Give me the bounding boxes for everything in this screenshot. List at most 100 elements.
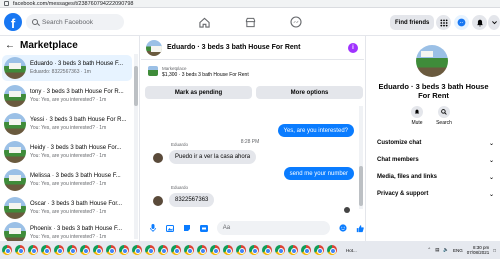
search-label: Search (436, 120, 452, 126)
chrome-taskbar-icon[interactable] (2, 245, 12, 255)
search-input[interactable]: Search Facebook (26, 14, 124, 30)
info-icon[interactable]: i (348, 43, 358, 53)
conversation-item[interactable]: Yessi · 3 beds 3 bath House For R... You:… (2, 111, 132, 137)
image-icon[interactable] (165, 224, 174, 232)
listing-thumbnail (4, 169, 26, 191)
chrome-taskbar-icon[interactable] (327, 245, 337, 255)
section-chat-members[interactable]: Chat members ⌄ (377, 155, 494, 165)
search-placeholder: Search Facebook (42, 18, 93, 26)
emoji-icon[interactable] (339, 224, 347, 232)
chrome-taskbar-icon[interactable] (119, 245, 129, 255)
avatar[interactable] (153, 196, 163, 206)
more-options-button[interactable]: More options (256, 86, 363, 99)
chevron-up-icon[interactable]: ⌃ (427, 247, 431, 253)
outgoing-message[interactable]: Yes, are you interested? (277, 124, 354, 137)
like-icon[interactable] (356, 224, 364, 232)
messenger-button-icon[interactable] (454, 15, 469, 30)
listing-value: $1,300 · 3 beds 3 bath House For Rent (162, 72, 249, 78)
sidebar-title: Marketplace (20, 40, 78, 51)
browser-address-bar[interactable]: facebook.com/messages/t/2387607942220907… (0, 0, 500, 8)
back-arrow-icon[interactable]: ← (5, 40, 15, 51)
chrome-taskbar-icon[interactable] (301, 245, 311, 255)
message-input[interactable]: Aa (216, 221, 330, 235)
sidebar-scrollbar[interactable] (134, 54, 138, 239)
messenger-icon[interactable] (289, 15, 303, 29)
weather-widget[interactable]: Hot... (346, 248, 357, 253)
incoming-message[interactable]: 8322567363 (169, 193, 215, 207)
chrome-taskbar-icon[interactable] (28, 245, 38, 255)
conversation-preview: You: Yes, are you interested? · 1m (30, 97, 107, 103)
chevron-down-icon: ⌄ (488, 191, 494, 198)
chrome-taskbar-icon[interactable] (236, 245, 246, 255)
mute-button[interactable]: Mute (402, 106, 432, 126)
network-icon[interactable]: ▤ (435, 247, 439, 253)
section-customize-chat[interactable]: Customize chat ⌄ (377, 138, 494, 148)
gif-icon[interactable] (199, 224, 208, 232)
chrome-taskbar-icon[interactable] (210, 245, 220, 255)
store-icon[interactable] (243, 15, 257, 29)
section-privacy-support[interactable]: Privacy & support ⌄ (377, 189, 494, 199)
chrome-taskbar-icon[interactable] (249, 245, 259, 255)
chrome-taskbar-icon[interactable] (145, 245, 155, 255)
windows-taskbar: Hot... ⌃ ▤ 🔈 ENG 8:30 pm 07/08/2021 □ (0, 241, 500, 259)
seen-avatar (344, 207, 350, 213)
conversation-item[interactable]: Oscar · 3 beds 3 bath House For... You: Y… (2, 195, 132, 221)
home-icon[interactable] (197, 15, 211, 29)
avatar[interactable] (153, 153, 163, 163)
search-icon (438, 106, 450, 118)
account-icon[interactable] (488, 15, 500, 30)
chat-avatar[interactable] (146, 39, 162, 56)
chrome-taskbar-icon[interactable] (262, 245, 272, 255)
bell-icon[interactable] (472, 15, 487, 30)
scrollbar-thumb[interactable] (359, 166, 363, 206)
chat-title[interactable]: Eduardo · 3 beds 3 bath House For Rent (167, 44, 300, 51)
chrome-taskbar-icon[interactable] (288, 245, 298, 255)
microphone-icon[interactable] (149, 224, 157, 232)
volume-icon[interactable]: 🔈 (443, 247, 449, 253)
chrome-taskbar-icon[interactable] (275, 245, 285, 255)
conversation-preview: You: Yes, are you interested? · 1m (30, 125, 107, 131)
menu-grid-icon[interactable] (436, 15, 451, 30)
incoming-message[interactable]: Puedo ir a ver la casa ahora (169, 150, 257, 164)
section-label: Chat members (377, 157, 419, 163)
facebook-logo[interactable]: f (4, 13, 22, 31)
outgoing-message[interactable]: send me your number (283, 167, 354, 180)
chrome-taskbar-icon[interactable] (223, 245, 233, 255)
message-composer: Aa (141, 217, 364, 239)
chrome-taskbar-icon[interactable] (171, 245, 181, 255)
language-indicator[interactable]: ENG (453, 248, 463, 253)
chrome-taskbar-icon[interactable] (314, 245, 324, 255)
find-friends-button[interactable]: Find friends (390, 15, 435, 30)
chrome-taskbar-icon[interactable] (184, 245, 194, 255)
conversation-name: Heidy · 3 beds 3 bath House For... (30, 145, 122, 151)
conversation-item[interactable]: tony · 3 beds 3 bath House For R... You: … (2, 83, 132, 109)
url-text[interactable]: facebook.com/messages/t/2387607942220907… (13, 1, 133, 7)
conversation-item[interactable]: Heidy · 3 beds 3 bath House For... You: Y… (2, 139, 132, 165)
chrome-taskbar-icon[interactable] (80, 245, 90, 255)
chrome-taskbar-icon[interactable] (158, 245, 168, 255)
search-conversation-button[interactable]: Search (429, 106, 459, 126)
system-tray: ⌃ ▤ 🔈 ENG 8:30 pm 07/08/2021 □ (427, 241, 496, 259)
chat-scrollbar[interactable] (359, 106, 363, 209)
chevron-down-icon: ⌄ (488, 157, 494, 164)
chrome-taskbar-icon[interactable] (93, 245, 103, 255)
mark-as-pending-button[interactable]: Mark as pending (145, 86, 252, 99)
sticker-icon[interactable] (183, 224, 191, 232)
chrome-taskbar-icon[interactable] (197, 245, 207, 255)
chrome-taskbar-icon[interactable] (54, 245, 64, 255)
notification-icon[interactable]: □ (493, 248, 496, 253)
clock[interactable]: 8:30 pm 07/08/2021 (467, 245, 490, 255)
chrome-taskbar-icon[interactable] (106, 245, 116, 255)
chrome-taskbar-icon[interactable] (67, 245, 77, 255)
chrome-taskbar-icon[interactable] (15, 245, 25, 255)
conversation-avatar[interactable] (416, 45, 448, 77)
section-media-files-links[interactable]: Media, files and links ⌄ (377, 172, 494, 182)
chrome-taskbar-icon[interactable] (132, 245, 142, 255)
conversation-item[interactable]: Eduardo · 3 beds 3 bath House F... Eduard… (2, 55, 132, 81)
listing-card[interactable]: Marketplace $1,300 · 3 beds 3 bath House… (148, 66, 362, 79)
scrollbar-thumb[interactable] (134, 66, 138, 106)
listing-thumbnail (4, 197, 26, 219)
chrome-taskbar-icon[interactable] (41, 245, 51, 255)
conversation-item[interactable]: Melissa · 3 beds 3 bath House F... You: Y… (2, 167, 132, 193)
sender-name: Eduardo (171, 185, 189, 190)
